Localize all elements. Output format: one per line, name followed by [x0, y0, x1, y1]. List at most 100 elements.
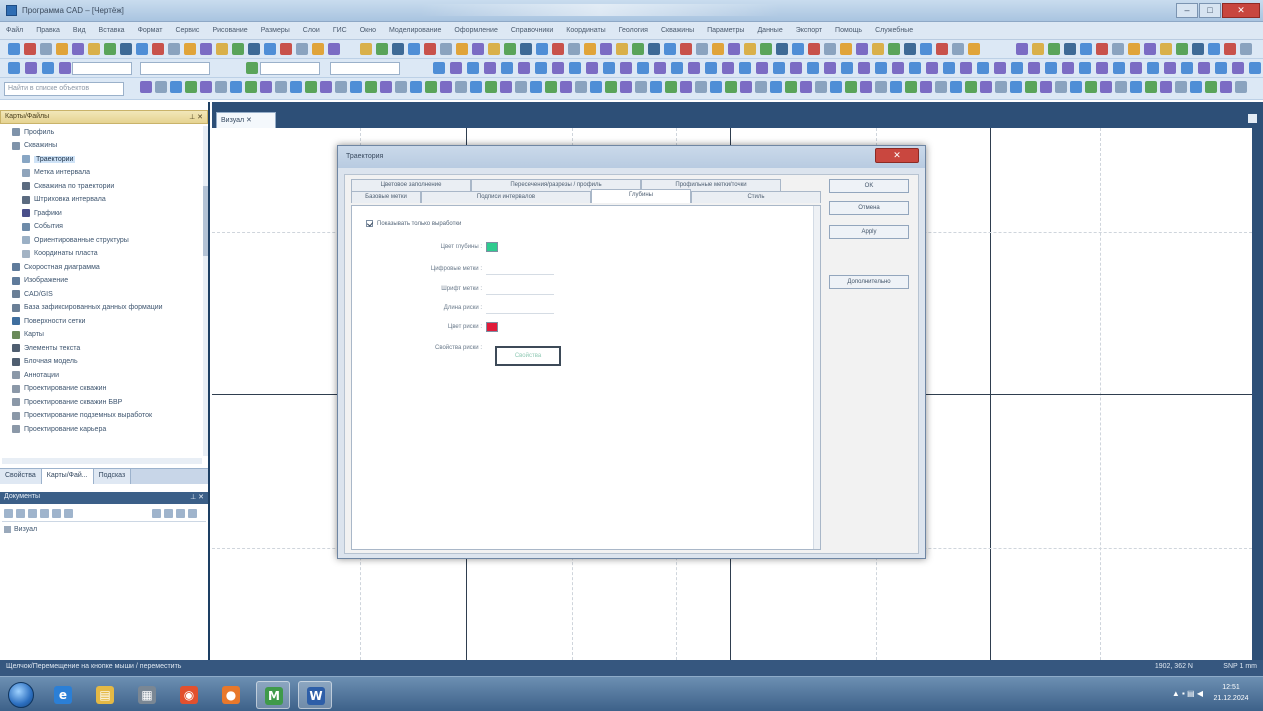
toolbar-button-icon[interactable] — [56, 43, 68, 55]
dialog-button-0[interactable]: OK — [829, 179, 909, 193]
toolbar-button-icon[interactable] — [296, 43, 308, 55]
toolbar-button-icon[interactable] — [575, 81, 587, 93]
toolbar-button-icon[interactable] — [408, 43, 420, 55]
toolbar-button-icon[interactable] — [8, 62, 20, 74]
toolbar-button-icon[interactable] — [104, 43, 116, 55]
toolbar-button-icon[interactable] — [808, 43, 820, 55]
taskbar-app-button[interactable]: ◉ — [172, 681, 206, 709]
toolbar-button-icon[interactable] — [530, 81, 542, 93]
menu-item[interactable]: ГИС — [333, 27, 347, 34]
toolbar-combo[interactable] — [140, 62, 210, 75]
toolbar-button-icon[interactable] — [1064, 43, 1076, 55]
toolbar-button-icon[interactable] — [858, 62, 870, 74]
toolbar-button-icon[interactable] — [632, 43, 644, 55]
toolbar-button-icon[interactable] — [952, 43, 964, 55]
toolbar-button-icon[interactable] — [170, 81, 182, 93]
toolbar-button-icon[interactable] — [695, 81, 707, 93]
toolbar-button-icon[interactable] — [515, 81, 527, 93]
maximize-button[interactable]: □ — [1199, 3, 1221, 18]
toolbar-button-icon[interactable] — [410, 81, 422, 93]
toolbar-button-icon[interactable] — [650, 81, 662, 93]
menu-item[interactable]: Служебные — [875, 27, 913, 34]
toolbar-button-icon[interactable] — [760, 43, 772, 55]
dialog-tab[interactable]: Стиль — [691, 191, 821, 203]
toolbar-button-icon[interactable] — [290, 81, 302, 93]
toolbar-button-icon[interactable] — [500, 81, 512, 93]
toolbar-button-icon[interactable] — [936, 43, 948, 55]
toolbar-button-icon[interactable] — [935, 81, 947, 93]
toolbar-button-icon[interactable] — [1128, 43, 1140, 55]
toolbar-button-icon[interactable] — [1215, 62, 1227, 74]
left-panel-tab[interactable]: Карты/Фай... — [41, 469, 94, 484]
toolbar-button-icon[interactable] — [1040, 81, 1052, 93]
menu-item[interactable]: Сервис — [175, 27, 199, 34]
toolbar-button-icon[interactable] — [569, 62, 581, 74]
taskbar-app-button[interactable]: ● — [214, 681, 248, 709]
toolbar-button-icon[interactable] — [739, 62, 751, 74]
toolbar-button-icon[interactable] — [1130, 81, 1142, 93]
doc-tool-icon[interactable] — [176, 509, 185, 518]
left-panel-tab[interactable]: Подсказ — [93, 469, 132, 484]
toolbar-button-icon[interactable] — [744, 43, 756, 55]
toolbar-button-icon[interactable] — [1115, 81, 1127, 93]
toolbar-button-icon[interactable] — [904, 43, 916, 55]
menu-item[interactable]: Параметры — [707, 27, 744, 34]
toolbar-button-icon[interactable] — [648, 43, 660, 55]
toolbar-button-icon[interactable] — [1208, 43, 1220, 55]
toolbar-button-icon[interactable] — [1130, 62, 1142, 74]
toolbar-button-icon[interactable] — [1010, 81, 1022, 93]
dialog-button-3[interactable]: Дополнительно — [829, 275, 909, 289]
toolbar-button-icon[interactable] — [216, 43, 228, 55]
toolbar-button-icon[interactable] — [1028, 62, 1040, 74]
toolbar-button-icon[interactable] — [712, 43, 724, 55]
toolbar-button-icon[interactable] — [328, 43, 340, 55]
doc-tool-icon[interactable] — [188, 509, 197, 518]
toolbar-button-icon[interactable] — [560, 81, 572, 93]
toolbar-button-icon[interactable] — [1048, 43, 1060, 55]
tree-item[interactable]: Графики — [22, 207, 62, 219]
documents-list-item[interactable]: Визуал — [4, 526, 37, 533]
toolbar-button-icon[interactable] — [995, 81, 1007, 93]
taskbar-app-button[interactable]: ▤ — [88, 681, 122, 709]
toolbar-button-icon[interactable] — [1160, 43, 1172, 55]
toolbar-combo[interactable] — [260, 62, 320, 75]
panel-pin-close-icon[interactable]: ⊥ ✕ — [189, 113, 203, 121]
toolbar-button-icon[interactable] — [1070, 81, 1082, 93]
taskbar-app-button[interactable]: W — [298, 681, 332, 709]
toolbar-button-icon[interactable] — [275, 81, 287, 93]
scroll-thumb[interactable] — [203, 186, 208, 256]
toolbar-button-icon[interactable] — [671, 62, 683, 74]
toolbar-button-icon[interactable] — [654, 62, 666, 74]
tick-properties-button[interactable]: Свойства — [495, 346, 561, 366]
toolbar-button-icon[interactable] — [920, 43, 932, 55]
toolbar-button-icon[interactable] — [943, 62, 955, 74]
toolbar-button-icon[interactable] — [72, 43, 84, 55]
toolbar-button-icon[interactable] — [8, 43, 20, 55]
toolbar-button-icon[interactable] — [42, 62, 54, 74]
left-panel-tab[interactable]: Свойства — [0, 469, 42, 484]
tree-item[interactable]: CAD/GIS — [12, 288, 53, 300]
menu-item[interactable]: Координаты — [566, 27, 605, 34]
menu-item[interactable]: Справочники — [511, 27, 553, 34]
toolbar-button-icon[interactable] — [433, 62, 445, 74]
menu-item[interactable]: Скважины — [661, 27, 694, 34]
tree-item[interactable]: Изображение — [12, 275, 68, 287]
tree-item[interactable]: Проектирование скважин БВР — [12, 396, 122, 408]
menu-item[interactable]: Файл — [6, 27, 23, 34]
toolbar-button-icon[interactable] — [740, 81, 752, 93]
canvas-vertical-scrollbar[interactable] — [1252, 128, 1263, 660]
tree-item[interactable]: Поверхности сетки — [12, 315, 85, 327]
toolbar-button-icon[interactable] — [1144, 43, 1156, 55]
panel-scrollbar[interactable] — [813, 206, 820, 549]
toolbar-button-icon[interactable] — [425, 81, 437, 93]
menu-item[interactable]: Моделирование — [389, 27, 441, 34]
taskbar-clock[interactable]: 12:51 21.12.2024 — [1207, 682, 1255, 704]
toolbar-button-icon[interactable] — [824, 43, 836, 55]
toolbar-button-icon[interactable] — [440, 43, 452, 55]
snap-mode[interactable]: SNP 1 mm — [1223, 663, 1257, 670]
toolbar-button-icon[interactable] — [1096, 62, 1108, 74]
toolbar-button-icon[interactable] — [1100, 81, 1112, 93]
toolbar-button-icon[interactable] — [305, 81, 317, 93]
toolbar-button-icon[interactable] — [815, 81, 827, 93]
toolbar-button-icon[interactable] — [722, 62, 734, 74]
